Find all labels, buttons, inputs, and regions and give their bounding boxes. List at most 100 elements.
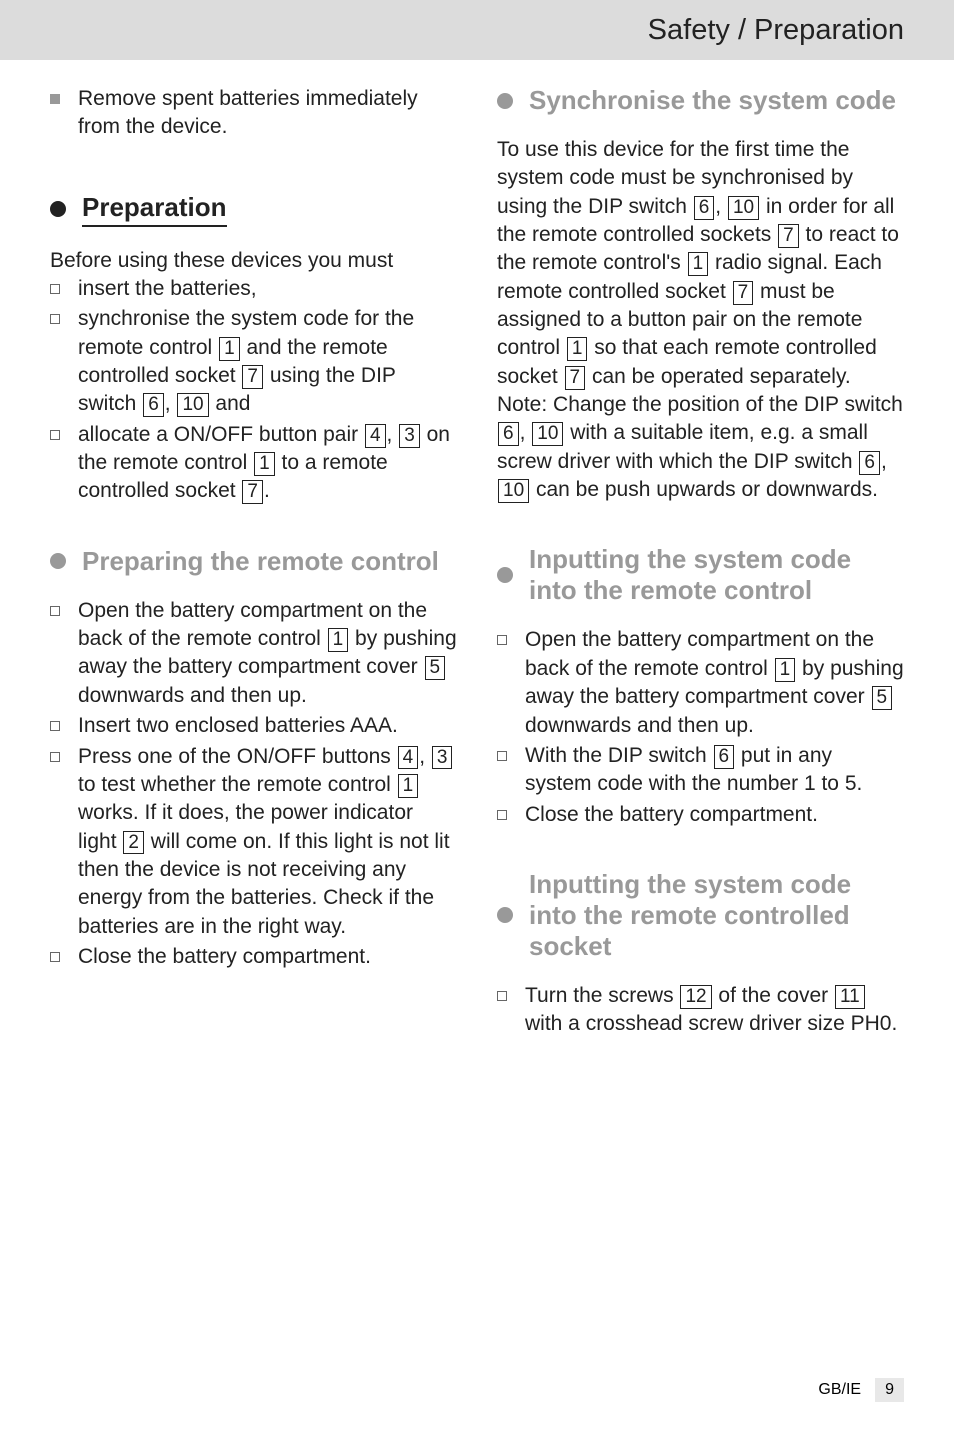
text: Turn the screws — [525, 984, 679, 1007]
heading-dot-icon — [497, 93, 513, 109]
body-text: With the DIP switch 6 put in any system … — [525, 742, 904, 799]
list-item: Open the battery compartment on the back… — [497, 626, 904, 739]
list-item: Turn the screws 12 of the cover 11 with … — [497, 982, 904, 1039]
left-column: Remove spent batteries immediately from … — [50, 85, 457, 1041]
body-text: Open the battery compartment on the back… — [78, 597, 457, 710]
ref-number: 10 — [177, 393, 208, 417]
text: of the cover — [713, 984, 834, 1007]
body-text: Before using these devices you must — [50, 247, 457, 275]
body-text: Close the battery compartment. — [78, 943, 371, 971]
ref-number: 1 — [328, 628, 349, 652]
ref-number: 1 — [567, 337, 588, 361]
ref-number: 6 — [498, 422, 519, 446]
ref-number: 10 — [532, 422, 563, 446]
ref-number: 7 — [242, 365, 263, 389]
body-text: Insert two enclosed batteries AAA. — [78, 712, 398, 740]
heading-dot-icon — [50, 201, 66, 217]
ref-number: 6 — [694, 196, 715, 220]
ref-number: 4 — [365, 424, 386, 448]
ref-number: 3 — [399, 424, 420, 448]
footer: GB/IE 9 — [818, 1378, 904, 1402]
text: can be push upwards or downwards. — [530, 478, 878, 501]
ref-number: 1 — [398, 774, 419, 798]
right-column: Synchronise the system code To use this … — [497, 85, 904, 1041]
text: , — [419, 745, 431, 768]
list-item: Open the battery compartment on the back… — [50, 597, 457, 710]
heading-input-socket: Inputting the system code into the remot… — [497, 869, 904, 962]
body-text: Close the battery compartment. — [525, 801, 818, 829]
hollow-bullet-icon — [50, 752, 60, 762]
ref-number: 11 — [835, 985, 865, 1009]
hollow-bullet-icon — [497, 751, 507, 761]
footer-page-number: 9 — [875, 1378, 904, 1402]
heading-synchronise: Synchronise the system code — [497, 85, 904, 116]
heading-text: Synchronise the system code — [529, 85, 896, 116]
list-item: Close the battery compartment. — [497, 801, 904, 829]
text: , — [881, 450, 887, 473]
hollow-bullet-icon — [50, 284, 60, 294]
text: downwards and then up. — [525, 714, 754, 737]
text: can be operated separately. — [586, 365, 851, 388]
text: Press one of the ON/OFF buttons — [78, 745, 397, 768]
text: . — [264, 479, 270, 502]
body-text: synchronise the system code for the remo… — [78, 305, 457, 418]
ref-number: 7 — [565, 366, 586, 390]
list-item: allocate a ON/OFF button pair 4, 3 on th… — [50, 421, 457, 506]
body-text: Press one of the ON/OFF buttons 4, 3 to … — [78, 743, 457, 941]
list-item: synchronise the system code for the remo… — [50, 305, 457, 418]
body-text: Turn the screws 12 of the cover 11 with … — [525, 982, 904, 1039]
text: , — [715, 195, 727, 218]
footer-region: GB/IE — [818, 1381, 861, 1399]
content-area: Remove spent batteries immediately from … — [0, 60, 954, 1041]
body-text: Remove spent batteries immediately from … — [78, 85, 457, 142]
list-item: Press one of the ON/OFF buttons 4, 3 to … — [50, 743, 457, 941]
heading-preparing-remote: Preparing the remote control — [50, 546, 457, 577]
ref-number: 6 — [859, 451, 880, 475]
body-text: To use this device for the first time th… — [497, 136, 904, 504]
note-label: Note: — [497, 393, 547, 416]
ref-number: 4 — [398, 746, 419, 770]
ref-number: 5 — [425, 656, 446, 680]
heading-dot-icon — [50, 553, 66, 569]
body-text: allocate a ON/OFF button pair 4, 3 on th… — [78, 421, 457, 506]
ref-number: 7 — [778, 224, 799, 248]
list-item: With the DIP switch 6 put in any system … — [497, 742, 904, 799]
hollow-bullet-icon — [50, 430, 60, 440]
body-text: insert the batteries, — [78, 275, 257, 303]
ref-number: 1 — [688, 252, 709, 276]
ref-number: 10 — [728, 196, 759, 220]
ref-number: 6 — [714, 745, 735, 769]
heading-text: Inputting the system code into the remot… — [529, 544, 904, 606]
ref-number: 3 — [432, 746, 453, 770]
header-title: Safety / Preparation — [648, 14, 904, 47]
ref-number: 10 — [498, 479, 529, 503]
list-item: Close the battery compartment. — [50, 943, 457, 971]
text: Change the position of the DIP switch — [547, 393, 903, 416]
ref-number: 1 — [254, 452, 275, 476]
text: , — [520, 421, 532, 444]
list-item: Remove spent batteries immediately from … — [50, 85, 457, 142]
list-item: insert the batteries, — [50, 275, 457, 303]
body-text: Open the battery compartment on the back… — [525, 626, 904, 739]
text: , — [387, 423, 399, 446]
heading-dot-icon — [497, 567, 513, 583]
text: allocate a ON/OFF button pair — [78, 423, 364, 446]
hollow-bullet-icon — [50, 952, 60, 962]
ref-number: 5 — [872, 686, 893, 710]
ref-number: 12 — [680, 985, 711, 1009]
heading-text: Inputting the system code into the remot… — [529, 869, 904, 962]
text: and — [210, 392, 251, 415]
hollow-bullet-icon — [50, 314, 60, 324]
ref-number: 2 — [123, 831, 144, 855]
heading-text: Preparing the remote control — [82, 546, 439, 577]
hollow-bullet-icon — [50, 721, 60, 731]
ref-number: 6 — [143, 393, 164, 417]
heading-preparation: Preparation — [50, 192, 457, 227]
hollow-bullet-icon — [50, 606, 60, 616]
ref-number: 7 — [242, 480, 263, 504]
ref-number: 1 — [219, 337, 240, 361]
hollow-bullet-icon — [497, 991, 507, 1001]
hollow-bullet-icon — [497, 810, 507, 820]
text: downwards and then up. — [78, 684, 307, 707]
heading-dot-icon — [497, 907, 513, 923]
